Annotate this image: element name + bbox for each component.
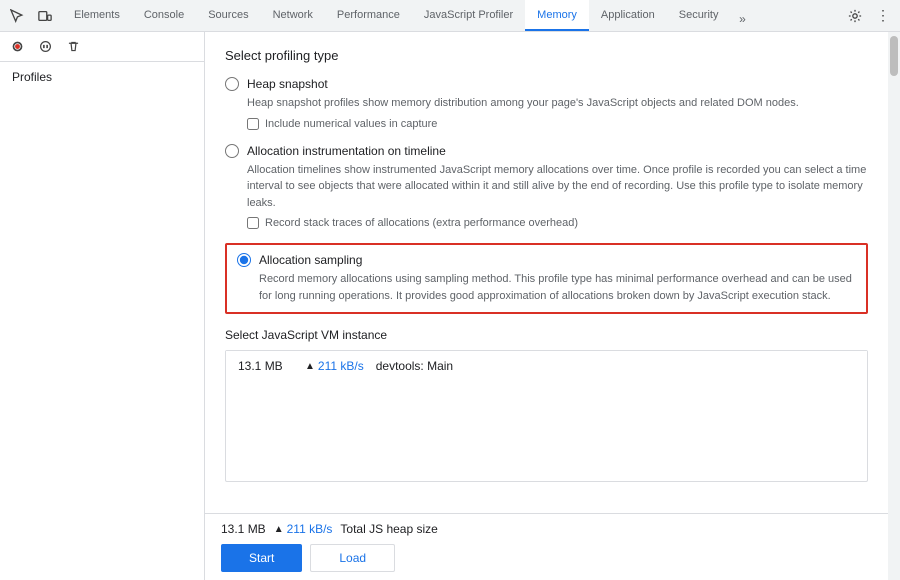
tabs-container: Elements Console Sources Network Perform… xyxy=(62,0,842,31)
vm-speed-icon: ▲ xyxy=(305,361,315,372)
heap-checkbox-label[interactable]: Include numerical values in capture xyxy=(265,118,437,130)
tab-network[interactable]: Network xyxy=(261,0,325,31)
timeline-checkbox-row: Record stack traces of allocations (extr… xyxy=(247,217,868,229)
main-layout: Profiles Select profiling type Heap snap… xyxy=(0,32,900,580)
footer: 13.1 MB ▲ 211 kB/s Total JS heap size St… xyxy=(205,513,888,580)
vm-section: Select JavaScript VM instance 13.1 MB ▲ … xyxy=(225,328,868,482)
footer-stats: 13.1 MB ▲ 211 kB/s Total JS heap size xyxy=(221,522,872,536)
tab-application[interactable]: Application xyxy=(589,0,667,31)
load-button[interactable]: Load xyxy=(310,544,395,572)
tab-elements[interactable]: Elements xyxy=(62,0,132,31)
timeline-label[interactable]: Allocation instrumentation on timeline xyxy=(247,144,446,158)
tab-sources[interactable]: Sources xyxy=(196,0,260,31)
vm-speed: 211 kB/s xyxy=(318,359,364,373)
vm-title: Select JavaScript VM instance xyxy=(225,328,868,342)
footer-buttons: Start Load xyxy=(221,544,872,572)
tab-bar: Elements Console Sources Network Perform… xyxy=(0,0,900,32)
timeline-desc: Allocation timelines show instrumented J… xyxy=(247,162,868,212)
sampling-radio[interactable] xyxy=(237,253,251,267)
tab-security[interactable]: Security xyxy=(667,0,731,31)
more-options-icon[interactable]: ⋮ xyxy=(870,3,896,29)
heap-radio[interactable] xyxy=(225,77,239,91)
clear-button[interactable] xyxy=(60,34,86,60)
footer-speed-icon: ▲ xyxy=(274,524,284,535)
sampling-desc: Record memory allocations using sampling… xyxy=(259,271,856,304)
sampling-header: Allocation sampling xyxy=(237,253,856,267)
scrollbar[interactable] xyxy=(888,32,900,580)
vm-empty-space xyxy=(226,381,867,481)
tab-performance[interactable]: Performance xyxy=(325,0,412,31)
sidebar-toolbar xyxy=(0,32,204,62)
footer-label: Total JS heap size xyxy=(340,522,437,536)
device-icon[interactable] xyxy=(32,3,58,29)
end-icons: ⋮ xyxy=(842,3,896,29)
vm-table: 13.1 MB ▲ 211 kB/s devtools: Main xyxy=(225,350,868,482)
tab-js-profiler[interactable]: JavaScript Profiler xyxy=(412,0,525,31)
vm-row[interactable]: 13.1 MB ▲ 211 kB/s devtools: Main xyxy=(226,351,867,381)
content-area: Select profiling type Heap snapshot Heap… xyxy=(205,32,888,513)
start-button[interactable]: Start xyxy=(221,544,302,572)
heap-checkbox-row: Include numerical values in capture xyxy=(247,118,868,130)
heap-label[interactable]: Heap snapshot xyxy=(247,77,328,91)
vm-speed-badge: ▲ 211 kB/s xyxy=(305,359,364,373)
vm-size: 13.1 MB xyxy=(238,359,293,373)
scrollbar-thumb[interactable] xyxy=(890,36,898,76)
sampling-option-selected: Allocation sampling Record memory alloca… xyxy=(225,243,868,314)
devtools-icons xyxy=(4,3,58,29)
timeline-checkbox[interactable] xyxy=(247,217,259,229)
settings-icon[interactable] xyxy=(842,3,868,29)
footer-speed: 211 kB/s xyxy=(287,522,333,536)
heap-desc: Heap snapshot profiles show memory distr… xyxy=(247,95,868,112)
sidebar: Profiles xyxy=(0,32,205,580)
heap-checkbox[interactable] xyxy=(247,118,259,130)
heap-snapshot-option: Heap snapshot Heap snapshot profiles sho… xyxy=(225,77,868,130)
footer-speed-badge: ▲ 211 kB/s xyxy=(274,522,333,536)
footer-size: 13.1 MB xyxy=(221,522,266,536)
heap-header: Heap snapshot xyxy=(225,77,868,91)
sidebar-profiles-label: Profiles xyxy=(0,62,204,92)
timeline-option: Allocation instrumentation on timeline A… xyxy=(225,144,868,230)
more-tabs-button[interactable]: » xyxy=(730,7,754,31)
tab-console[interactable]: Console xyxy=(132,0,196,31)
timeline-radio[interactable] xyxy=(225,144,239,158)
record-button[interactable] xyxy=(4,34,30,60)
vm-name: devtools: Main xyxy=(376,359,453,373)
stop-button[interactable] xyxy=(32,34,58,60)
inspect-icon[interactable] xyxy=(4,3,30,29)
timeline-checkbox-label[interactable]: Record stack traces of allocations (extr… xyxy=(265,217,578,229)
timeline-header: Allocation instrumentation on timeline xyxy=(225,144,868,158)
tab-memory[interactable]: Memory xyxy=(525,0,589,31)
sampling-label[interactable]: Allocation sampling xyxy=(259,253,362,267)
profiling-type-title: Select profiling type xyxy=(225,48,868,63)
